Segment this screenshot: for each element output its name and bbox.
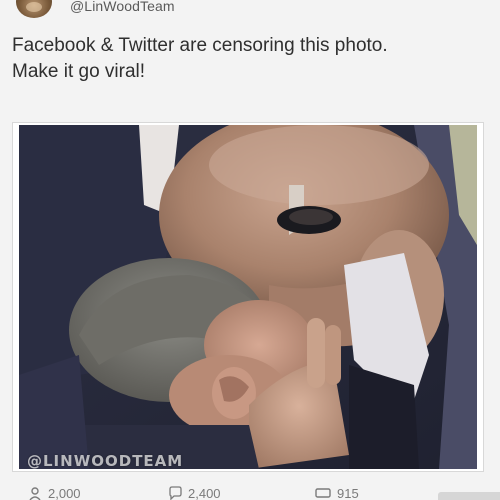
share-count: 915 <box>337 486 359 500</box>
account-handle[interactable]: @LinWoodTeam <box>70 0 175 14</box>
post-text: Facebook & Twitter are censoring this ph… <box>12 33 490 85</box>
like-action[interactable]: 2,000 <box>28 486 81 500</box>
attached-photo-frame[interactable]: @LINWOODTEAM <box>12 122 484 472</box>
retweet-icon <box>315 488 331 498</box>
post-action-bar: 2,000 2,400 915 <box>0 484 500 500</box>
share-action[interactable]: 915 <box>315 486 359 500</box>
post-header: @LinWoodTeam <box>0 0 500 22</box>
speech-bubble-icon <box>169 486 182 500</box>
post-text-line-1: Facebook & Twitter are censoring this ph… <box>12 35 388 56</box>
avatar[interactable] <box>16 0 52 18</box>
photo-watermark: @LINWOODTEAM <box>27 452 184 469</box>
like-count: 2,000 <box>48 486 81 500</box>
comment-action[interactable]: 2,400 <box>168 486 221 500</box>
social-post-card: @LinWoodTeam Facebook & Twitter are cens… <box>0 0 500 500</box>
more-options-tab[interactable] <box>438 492 500 500</box>
avatar-highlight <box>26 2 42 12</box>
person-icon <box>29 487 41 500</box>
post-text-line-2: Make it go viral! <box>12 61 146 82</box>
photo-illustration <box>19 125 477 469</box>
attached-photo[interactable]: @LINWOODTEAM <box>19 125 477 469</box>
comment-count: 2,400 <box>188 486 221 500</box>
